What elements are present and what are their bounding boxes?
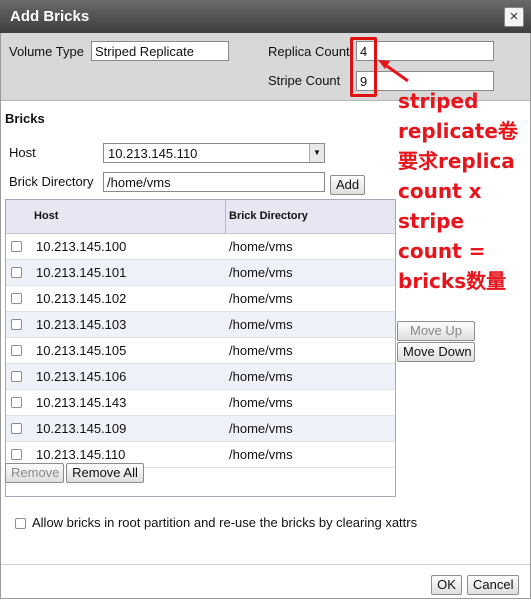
table-row[interactable]: 10.213.145.109 /home/vms xyxy=(6,416,395,442)
host-label: Host xyxy=(9,145,36,160)
row-checkbox[interactable] xyxy=(11,267,22,278)
host-select[interactable]: 10.213.145.110 ▼ xyxy=(103,143,325,163)
allow-root-label: Allow bricks in root partition and re-us… xyxy=(32,515,418,530)
remove-button[interactable]: Remove xyxy=(5,463,64,483)
volume-type-label: Volume Type xyxy=(9,44,84,59)
stripe-count-label: Stripe Count xyxy=(268,73,341,88)
row-checkbox[interactable] xyxy=(11,241,22,252)
row-checkbox[interactable] xyxy=(11,345,22,356)
row-host: 10.213.145.102 xyxy=(36,291,127,306)
allow-root-checkbox[interactable] xyxy=(15,518,26,529)
row-host: 10.213.145.106 xyxy=(36,369,127,384)
row-host: 10.213.145.101 xyxy=(36,265,127,280)
bricks-section-title: Bricks xyxy=(5,111,45,126)
chevron-down-icon[interactable]: ▼ xyxy=(309,144,324,162)
annotation-note: striped replicate卷要求replica count x stri… xyxy=(398,89,518,293)
annotation-arrow-icon xyxy=(378,60,409,83)
column-header-host[interactable]: Host xyxy=(34,210,58,222)
dialog-title: Add Bricks xyxy=(10,8,90,25)
row-host: 10.213.145.100 xyxy=(36,239,127,254)
table-row[interactable]: 10.213.145.100 /home/vms xyxy=(6,234,395,260)
column-header-brick-directory[interactable]: Brick Directory xyxy=(229,210,308,222)
row-directory: /home/vms xyxy=(229,265,293,280)
annotation-highlight-box xyxy=(350,37,377,97)
row-checkbox[interactable] xyxy=(11,319,22,330)
row-host: 10.213.145.103 xyxy=(36,317,127,332)
table-row[interactable]: 10.213.145.103 /home/vms xyxy=(6,312,395,338)
brick-directory-input[interactable] xyxy=(103,172,325,192)
row-checkbox[interactable] xyxy=(11,449,22,460)
replica-count-label: Replica Count xyxy=(268,44,350,59)
row-directory: /home/vms xyxy=(229,369,293,384)
volume-type-field[interactable] xyxy=(91,41,229,61)
row-directory: /home/vms xyxy=(229,343,293,358)
row-host: 10.213.145.105 xyxy=(36,343,127,358)
ok-button[interactable]: OK xyxy=(431,575,462,595)
dialog-titlebar: Add Bricks × xyxy=(0,0,531,33)
remove-all-button[interactable]: Remove All xyxy=(66,463,144,483)
table-row[interactable]: 10.213.145.110 /home/vms xyxy=(6,442,395,468)
host-select-value: 10.213.145.110 xyxy=(108,146,198,161)
row-checkbox[interactable] xyxy=(11,371,22,382)
cancel-button[interactable]: Cancel xyxy=(467,575,519,595)
table-header: Host Brick Directory xyxy=(6,200,395,234)
close-icon[interactable]: × xyxy=(504,7,524,27)
table-row[interactable]: 10.213.145.106 /home/vms xyxy=(6,364,395,390)
row-directory: /home/vms xyxy=(229,447,293,462)
table-row[interactable]: 10.213.145.101 /home/vms xyxy=(6,260,395,286)
row-directory: /home/vms xyxy=(229,291,293,306)
row-directory: /home/vms xyxy=(229,421,293,436)
column-divider xyxy=(225,200,226,233)
row-checkbox[interactable] xyxy=(11,293,22,304)
row-directory: /home/vms xyxy=(229,239,293,254)
bricks-table: Host Brick Directory 10.213.145.100 /hom… xyxy=(5,199,396,497)
row-directory: /home/vms xyxy=(229,395,293,410)
row-host: 10.213.145.109 xyxy=(36,421,127,436)
row-directory: /home/vms xyxy=(229,317,293,332)
footer-divider xyxy=(1,564,530,565)
brick-directory-label: Brick Directory xyxy=(9,174,94,189)
table-row[interactable]: 10.213.145.143 /home/vms xyxy=(6,390,395,416)
table-row[interactable]: 10.213.145.105 /home/vms xyxy=(6,338,395,364)
add-brick-button[interactable]: Add xyxy=(330,175,365,195)
move-down-button[interactable]: Move Down xyxy=(397,342,475,362)
table-row[interactable]: 10.213.145.102 /home/vms xyxy=(6,286,395,312)
row-host: 10.213.145.143 xyxy=(36,395,127,410)
row-checkbox[interactable] xyxy=(11,423,22,434)
move-up-button[interactable]: Move Up xyxy=(397,321,475,341)
row-checkbox[interactable] xyxy=(11,397,22,408)
row-host: 10.213.145.110 xyxy=(36,447,126,462)
